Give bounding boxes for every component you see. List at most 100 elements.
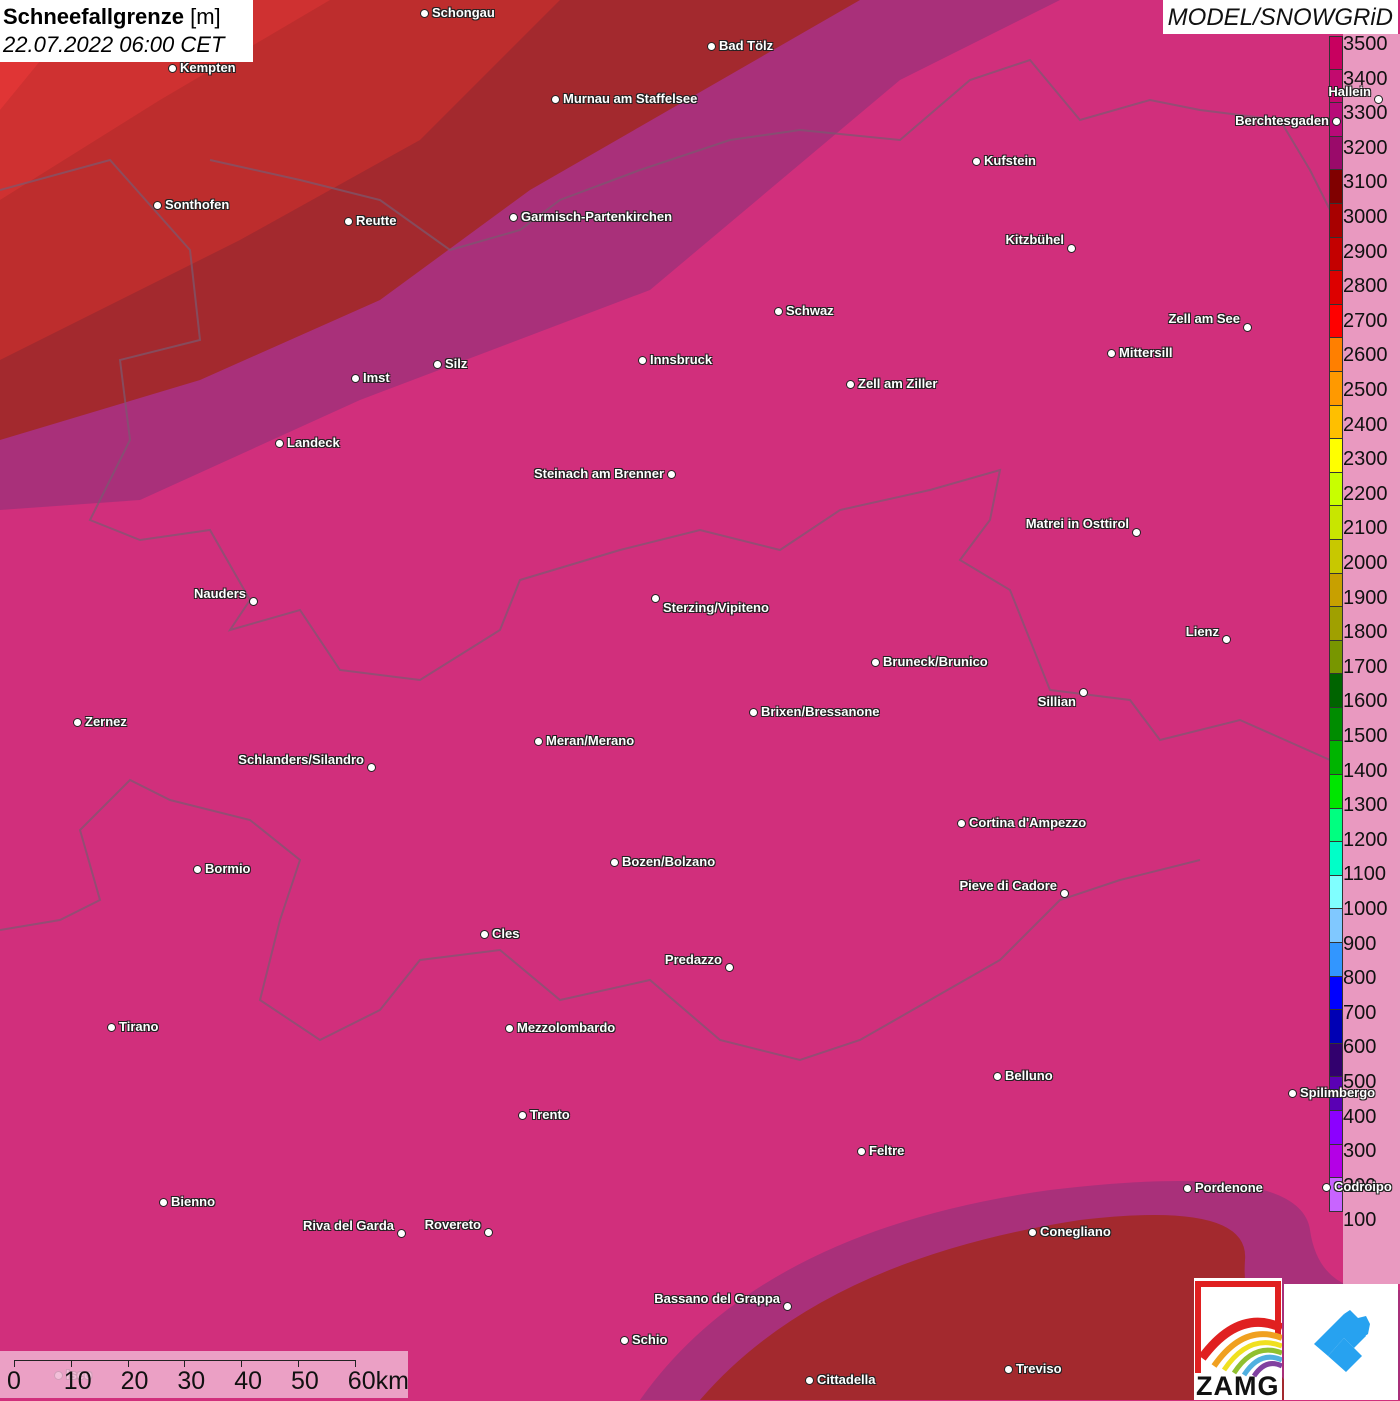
city-dot [193, 865, 202, 874]
city-label: Bad Tölz [719, 38, 774, 53]
rainbow-icon [1195, 1281, 1282, 1378]
legend-label: 3200 [1343, 136, 1388, 159]
city-label: Imst [363, 370, 390, 385]
city-dot [344, 217, 353, 226]
city-dot [159, 1198, 168, 1207]
zamg-logo: ZAMG [1194, 1278, 1282, 1400]
legend-label: 1700 [1343, 655, 1388, 678]
city-dot [871, 658, 880, 667]
city-label: Tirano [119, 1019, 159, 1034]
title-box: Schneefallgrenze [m] 22.07.2022 06:00 CE… [0, 0, 253, 62]
legend-label: 3000 [1343, 206, 1388, 228]
legend-label: 2900 [1343, 240, 1388, 263]
city-label: Bienno [171, 1194, 216, 1209]
legend-swatch [1329, 741, 1343, 776]
legend-swatch [1329, 707, 1343, 742]
legend-label: 2500 [1343, 379, 1388, 401]
city-dot [1067, 244, 1076, 253]
city-label: Codroipo [1334, 1179, 1392, 1194]
city-dot [638, 356, 647, 365]
mountain-snow-icon [1314, 1310, 1370, 1372]
city-label: Sillian [1037, 694, 1076, 709]
scale-tick [241, 1360, 243, 1367]
city-dot [1243, 323, 1252, 332]
legend-label: 1800 [1343, 621, 1388, 644]
legend-label: 900 [1343, 932, 1377, 955]
legend-swatch [1329, 405, 1343, 440]
scale-tick [354, 1360, 356, 1367]
scale-label: 10 [63, 1367, 92, 1395]
legend-swatch [1329, 1043, 1343, 1078]
legend-label: 1000 [1343, 898, 1388, 920]
model-label: MODEL/SNOWGRiD [1162, 0, 1398, 34]
city-label: Kufstein [984, 153, 1036, 168]
city-label: Zernez [85, 714, 127, 729]
scale-tick [298, 1360, 299, 1367]
legend-label: 2800 [1343, 275, 1388, 298]
city-label: Landeck [287, 435, 340, 450]
city-label: Brixen/Bressanone [761, 704, 880, 719]
city-dot [846, 380, 855, 389]
city-dot [783, 1302, 792, 1311]
city-dot [367, 763, 376, 772]
legend-swatch [1329, 640, 1343, 675]
legend-label: 3500 [1343, 33, 1388, 55]
legend-label: 1600 [1343, 690, 1388, 713]
legend-swatch [1329, 36, 1343, 70]
city-label: Innsbruck [650, 352, 713, 367]
city-label: Meran/Merano [546, 733, 635, 748]
city-dot [420, 9, 429, 18]
legend-swatch [1329, 506, 1343, 540]
legend-label: 1300 [1343, 794, 1388, 817]
city-label: Reutte [356, 213, 397, 228]
city-dot [153, 201, 162, 210]
city-label: Bozen/Bolzano [622, 854, 716, 869]
city-dot [707, 42, 716, 51]
legend-swatch [1329, 203, 1343, 238]
city-label: Schlanders/Silandro [238, 752, 364, 767]
color-legend [1329, 36, 1343, 1212]
city-dot [1288, 1089, 1297, 1098]
legend-label: 400 [1343, 1105, 1377, 1128]
legend-label: 1400 [1343, 759, 1388, 782]
scale-label: 0 [7, 1367, 21, 1395]
map-datetime: 22.07.2022 06:00 CET [3, 32, 225, 57]
legend-swatch [1329, 170, 1343, 204]
city-label: Conegliano [1040, 1224, 1111, 1239]
city-label: Pordenone [1195, 1180, 1263, 1195]
scale-tick [14, 1360, 15, 1367]
legend-swatch [1329, 573, 1343, 608]
city-dot [1222, 635, 1231, 644]
legend-label: 2200 [1343, 482, 1388, 505]
city-label: Treviso [1016, 1361, 1062, 1376]
city-label: Steinach am Brenner [533, 466, 664, 481]
legend-label: 2400 [1343, 413, 1388, 436]
city-label: Nauders [193, 586, 246, 601]
legend-label: 2300 [1343, 448, 1388, 471]
city-dot [1322, 1183, 1331, 1192]
city-label: Bruneck/Brunico [883, 654, 988, 669]
legend-swatch [1329, 775, 1343, 809]
city-dot [484, 1228, 493, 1237]
city-label: Zell am Ziller [858, 376, 938, 391]
city-dot [957, 819, 966, 828]
city-dot [249, 597, 258, 606]
city-label: Hallein [1328, 84, 1371, 99]
legend-label: 600 [1343, 1036, 1377, 1059]
scale-tick [184, 1360, 186, 1367]
city-label: Rovereto [424, 1217, 481, 1232]
legend-label: 1500 [1343, 725, 1388, 747]
title-unit: [m] [190, 4, 221, 29]
legend-swatch [1329, 808, 1343, 843]
city-dot [1107, 349, 1116, 358]
legend-swatch [1329, 304, 1343, 339]
legend-label: 100 [1343, 1209, 1377, 1232]
zamg-text: ZAMG [1196, 1371, 1280, 1401]
city-dot [1060, 889, 1069, 898]
title-text: Schneefallgrenze [3, 4, 184, 29]
city-label: Mittersill [1119, 345, 1173, 360]
city-label: Schio [632, 1332, 668, 1347]
legend-swatch [1329, 472, 1343, 507]
city-dot [1079, 688, 1088, 697]
scale-bar: 0 10 20 30 40 50 60km [0, 1351, 409, 1398]
